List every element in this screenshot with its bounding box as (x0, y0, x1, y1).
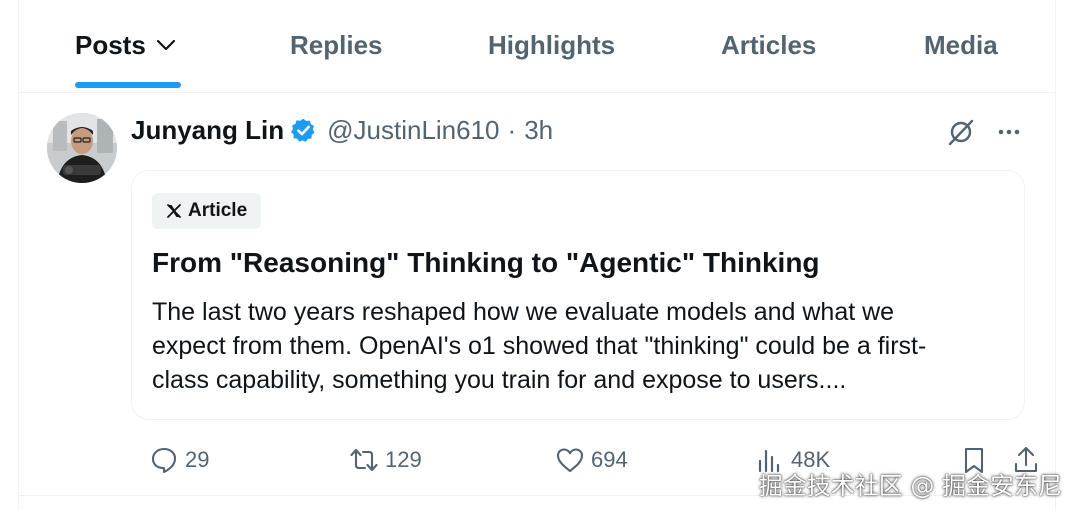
article-badge-label: Article (188, 200, 248, 221)
article-title: From "Reasoning" Thinking to "Agentic" T… (152, 247, 820, 278)
article-excerpt-line: class capability, something you train fo… (152, 366, 847, 394)
avatar-photo (47, 113, 117, 183)
tab-media-label: Media (924, 29, 998, 60)
repost-icon (350, 448, 378, 472)
article-excerpt: The last two years reshaped how we evalu… (152, 295, 1012, 397)
post-top-actions (929, 116, 1025, 148)
separator-dot: · (507, 114, 517, 145)
more-options-icon[interactable] (993, 116, 1025, 148)
post-time[interactable]: 3h (524, 115, 553, 146)
avatar[interactable] (47, 113, 117, 183)
heart-icon (556, 448, 584, 473)
tab-replies[interactable]: Replies (290, 28, 383, 62)
verified-badge-icon (291, 118, 315, 142)
tab-media[interactable]: Media (924, 28, 998, 62)
active-tab-indicator (75, 82, 181, 88)
article-excerpt-line: expect from them. OpenAI's o1 showed tha… (152, 332, 927, 360)
grok-analyze-icon[interactable] (945, 116, 977, 148)
reply-button[interactable]: 29 (149, 440, 209, 480)
author-handle[interactable]: @JustinLin610 (327, 115, 499, 146)
chevron-down-icon[interactable] (154, 33, 178, 57)
profile-tabs: Posts Replies Highlights Articles Media (19, 0, 1055, 93)
article-badge: Article (152, 193, 262, 229)
tab-articles[interactable]: Articles (721, 28, 816, 62)
article-excerpt-line: The last two years reshaped how we evalu… (152, 298, 895, 326)
profile-timeline: Posts Replies Highlights Articles Media (18, 0, 1056, 510)
reply-icon (151, 447, 177, 474)
repost-button[interactable]: 129 (349, 440, 422, 480)
tab-replies-label: Replies (290, 29, 383, 60)
article-card[interactable]: Article From "Reasoning" Thinking to "Ag… (131, 170, 1025, 420)
post-header: Junyang Lin @JustinLin610 · 3h (131, 113, 553, 147)
reply-count: 29 (185, 447, 210, 472)
tab-highlights[interactable]: Highlights (488, 28, 615, 62)
tab-highlights-label: Highlights (488, 29, 616, 60)
like-count: 694 (591, 447, 628, 472)
watermark-text: 掘金技术社区 @ 掘金安东尼 (758, 472, 1062, 500)
repost-count: 129 (385, 447, 422, 472)
tab-articles-label: Articles (721, 29, 817, 60)
tab-posts[interactable]: Posts (75, 28, 178, 62)
like-button[interactable]: 694 (555, 440, 628, 480)
tab-posts-label: Posts (75, 29, 146, 60)
x-logo-icon (167, 204, 181, 218)
author-display-name[interactable]: Junyang Lin (131, 115, 284, 146)
